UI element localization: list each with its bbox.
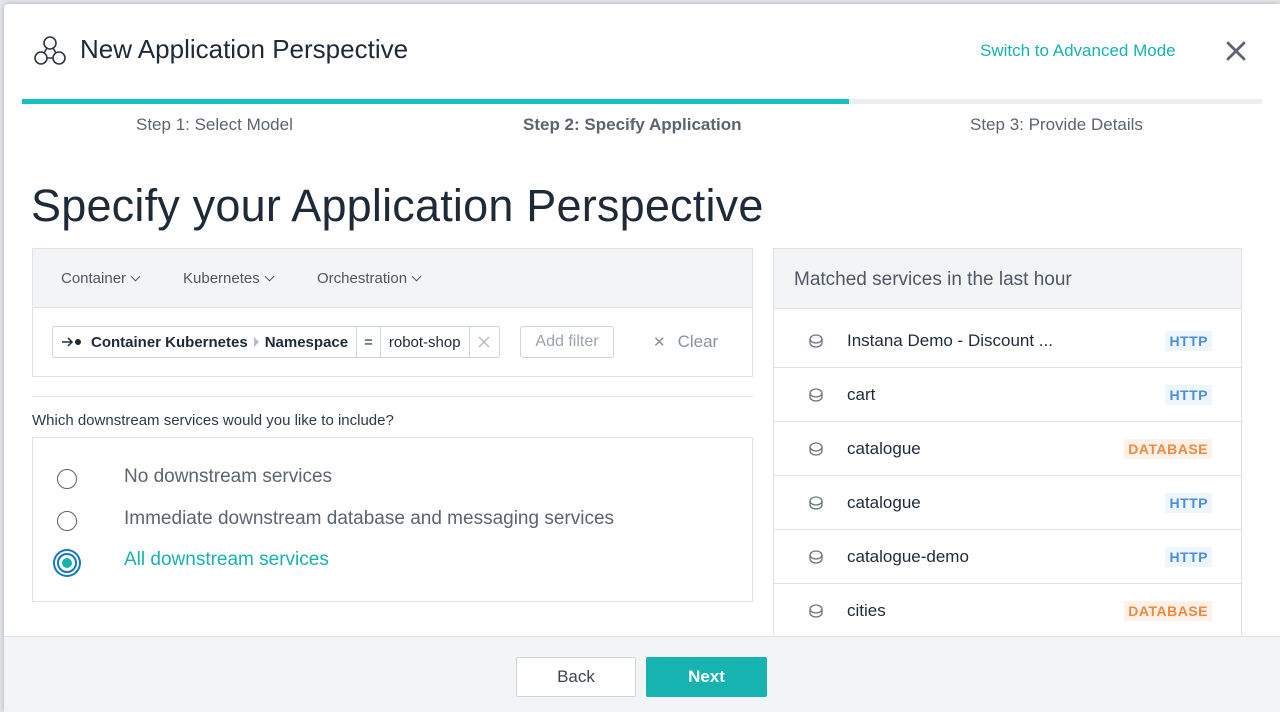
- filter-chip-operator[interactable]: =: [356, 327, 381, 357]
- back-button[interactable]: Back: [516, 657, 636, 697]
- chevron-down-icon: [130, 271, 141, 282]
- close-icon: [478, 336, 490, 348]
- close-icon[interactable]: [1223, 38, 1249, 64]
- radio-immediate-downstream[interactable]: Immediate downstream database and messag…: [33, 502, 752, 538]
- matched-services-panel: Matched services in the last hour Instan…: [773, 248, 1242, 638]
- radio-label: Immediate downstream database and messag…: [124, 508, 615, 529]
- arrow-right-dot-icon: [62, 337, 81, 347]
- application-perspective-icon: [34, 36, 66, 65]
- service-icon: [809, 550, 823, 564]
- radio-button[interactable]: [57, 469, 77, 489]
- section-divider: [32, 396, 753, 397]
- new-application-perspective-dialog: New Application Perspective Switch to Ad…: [4, 4, 1280, 712]
- step-specify-application[interactable]: Step 2: Specify Application: [523, 115, 742, 135]
- switch-to-advanced-mode-link[interactable]: Switch to Advanced Mode: [980, 41, 1176, 61]
- wizard-progress-bar: [22, 99, 1262, 104]
- step-select-model[interactable]: Step 1: Select Model: [136, 115, 293, 135]
- dropdown-kubernetes-label: Kubernetes: [183, 270, 260, 287]
- service-type-badge: HTTP: [1165, 547, 1212, 567]
- service-icon: [809, 496, 823, 510]
- radio-no-downstream[interactable]: No downstream services: [33, 460, 752, 496]
- service-type-badge: DATABASE: [1124, 601, 1212, 621]
- filter-category-bar: Container Kubernetes Orchestration: [33, 249, 752, 308]
- service-type-badge: DATABASE: [1124, 439, 1212, 459]
- chevron-down-icon: [264, 271, 275, 282]
- service-type-badge: HTTP: [1165, 385, 1212, 405]
- wizard-progress-fill: [22, 99, 849, 104]
- service-icon: [809, 442, 823, 456]
- matched-services-title: Matched services in the last hour: [794, 269, 1072, 290]
- close-icon: ✕: [653, 334, 666, 351]
- dropdown-kubernetes[interactable]: Kubernetes: [183, 270, 275, 287]
- service-row[interactable]: cart HTTP: [774, 368, 1241, 422]
- dialog-header: New Application Perspective Switch to Ad…: [4, 4, 1280, 100]
- service-row[interactable]: catalogue DATABASE: [774, 422, 1241, 476]
- service-type-badge: HTTP: [1165, 331, 1212, 351]
- dialog-title: New Application Perspective: [80, 34, 409, 64]
- service-icon: [809, 334, 823, 348]
- dropdown-container[interactable]: Container: [61, 270, 141, 287]
- matched-services-header: Matched services in the last hour: [774, 249, 1241, 309]
- chevron-down-icon: [411, 271, 422, 282]
- filter-chip[interactable]: Container Kubernetes Namespace = robot-s…: [52, 326, 500, 358]
- filter-chip-value[interactable]: robot-shop: [381, 327, 469, 357]
- step-provide-details[interactable]: Step 3: Provide Details: [970, 115, 1143, 135]
- service-name: catalogue: [847, 493, 921, 512]
- filter-chip-prefix: Container Kubernetes: [91, 333, 248, 351]
- filter-panel: Container Kubernetes Orchestration Conta…: [32, 248, 753, 377]
- downstream-options: No downstream services Immediate downstr…: [32, 437, 753, 602]
- service-name: catalogue: [847, 439, 921, 458]
- remove-filter-icon[interactable]: [468, 327, 499, 357]
- radio-button-selected[interactable]: [57, 553, 77, 573]
- breadcrumb-arrow-icon: [253, 337, 259, 347]
- service-row[interactable]: cities DATABASE: [774, 584, 1241, 637]
- dropdown-container-label: Container: [61, 270, 127, 287]
- add-filter-input[interactable]: Add filter: [520, 326, 614, 358]
- clear-label: Clear: [677, 332, 719, 351]
- service-type-badge: HTTP: [1165, 493, 1212, 513]
- radio-button[interactable]: [57, 511, 77, 531]
- service-row[interactable]: Instana Demo - Discount ... HTTP: [774, 314, 1241, 368]
- service-row[interactable]: catalogue HTTP: [774, 476, 1241, 530]
- dropdown-orchestration-label: Orchestration: [317, 270, 408, 287]
- filter-chip-name: Namespace: [264, 333, 349, 351]
- radio-all-downstream[interactable]: All downstream services: [33, 544, 752, 580]
- radio-label: All downstream services: [124, 549, 329, 570]
- service-icon: [809, 604, 823, 618]
- dropdown-orchestration[interactable]: Orchestration: [317, 270, 422, 287]
- service-name: Instana Demo - Discount ...: [847, 331, 1053, 350]
- downstream-question: Which downstream services would you like…: [32, 412, 394, 429]
- service-name: cart: [847, 385, 876, 404]
- next-button[interactable]: Next: [646, 657, 767, 697]
- service-icon: [809, 388, 823, 402]
- dialog-footer: Back Next: [4, 636, 1280, 712]
- clear-filters-button[interactable]: ✕ Clear: [653, 332, 718, 352]
- page-title: Specify your Application Perspective: [31, 180, 764, 231]
- service-name: catalogue-demo: [847, 547, 969, 566]
- radio-label: No downstream services: [124, 466, 333, 487]
- service-row[interactable]: catalogue-demo HTTP: [774, 530, 1241, 584]
- filter-chip-tag[interactable]: Container Kubernetes Namespace: [53, 327, 356, 357]
- service-name: cities: [847, 601, 886, 620]
